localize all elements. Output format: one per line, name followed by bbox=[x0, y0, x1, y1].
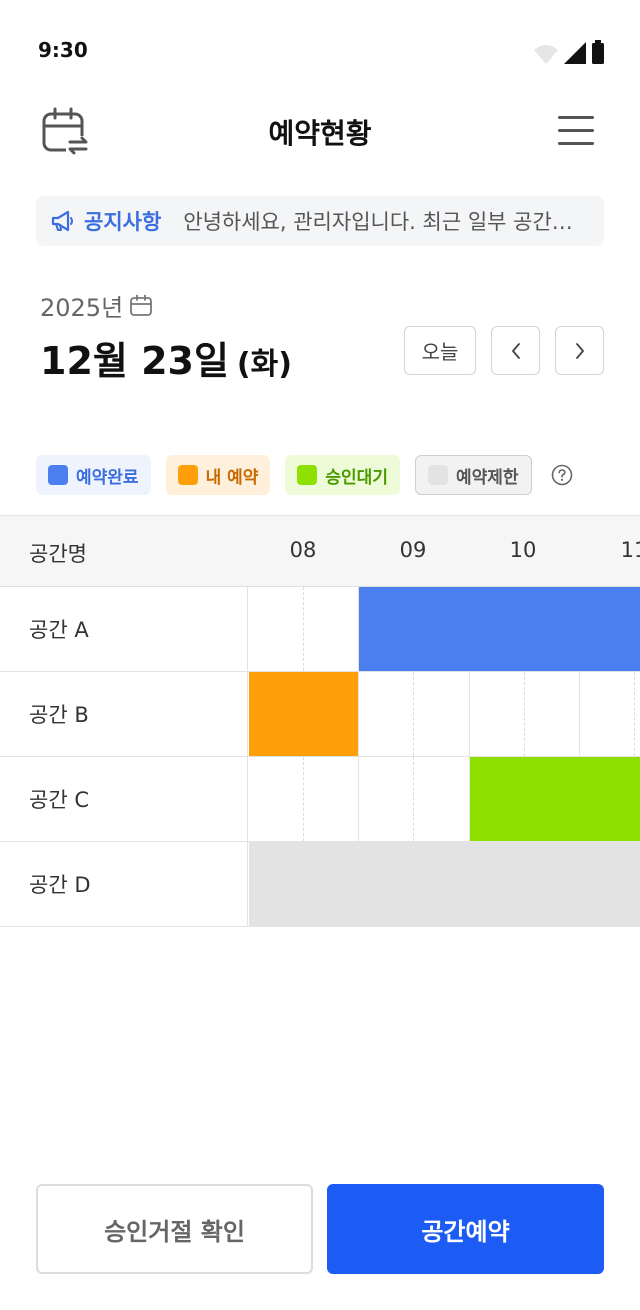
space-row-c: 공간 C bbox=[0, 757, 640, 842]
reservation-timeline: 공간명 08 09 10 11 공간 A 공간 B 공간 C 공간 D bbox=[0, 515, 640, 929]
date-label: 12월 23일 bbox=[40, 339, 229, 383]
notice-label: 공지사항 bbox=[84, 210, 162, 234]
hour-label: 10 bbox=[509, 538, 537, 562]
space-name-header: 공간명 bbox=[29, 542, 87, 566]
reservation-block-mine[interactable] bbox=[249, 672, 358, 756]
status-bar: 9:30 bbox=[0, 0, 640, 100]
chevron-left-icon bbox=[511, 342, 520, 359]
status-time: 9:30 bbox=[38, 38, 88, 62]
legend-swatch bbox=[427, 465, 448, 485]
menu-icon[interactable] bbox=[558, 112, 596, 152]
megaphone-icon bbox=[51, 210, 73, 232]
year-selector[interactable]: 2025년 bbox=[40, 288, 153, 323]
legend-restricted: 예약제한 bbox=[414, 455, 532, 495]
hour-label: 11 bbox=[620, 538, 640, 562]
app-header: 예약현황 bbox=[0, 100, 640, 164]
legend-my-reservation: 내 예약 bbox=[165, 455, 271, 495]
reserve-space-button[interactable]: 공간예약 bbox=[327, 1184, 604, 1274]
legend-label: 승인대기 bbox=[325, 467, 388, 488]
today-button[interactable]: 오늘 bbox=[404, 326, 476, 375]
space-name: 공간 A bbox=[0, 587, 248, 671]
current-date: 12월 23일 (화) bbox=[40, 330, 292, 385]
space-row-b: 공간 B bbox=[0, 672, 640, 757]
space-row-d: 공간 D bbox=[0, 842, 640, 927]
status-icons bbox=[534, 40, 604, 64]
space-row-a: 공간 A bbox=[0, 587, 640, 672]
hour-label: 08 bbox=[289, 538, 317, 562]
prev-day-button[interactable] bbox=[491, 326, 540, 375]
signal-icon bbox=[564, 42, 586, 64]
reservation-block-restricted bbox=[249, 842, 640, 926]
help-icon[interactable] bbox=[551, 464, 573, 486]
wifi-icon bbox=[534, 45, 558, 64]
reject-check-button[interactable]: 승인거절 확인 bbox=[36, 1184, 313, 1274]
hour-label: 09 bbox=[399, 538, 427, 562]
space-name: 공간 B bbox=[0, 672, 248, 756]
legend-pending: 승인대기 bbox=[285, 455, 400, 495]
page-title: 예약현황 bbox=[268, 117, 372, 150]
notice-banner[interactable]: 공지사항 안녕하세요, 관리자입니다. 최근 일부 공간의 예약 관련 안내드립… bbox=[36, 196, 604, 246]
legend-label: 예약완료 bbox=[76, 467, 139, 488]
next-day-button[interactable] bbox=[555, 326, 604, 375]
chevron-right-icon bbox=[575, 342, 584, 359]
space-name: 공간 D bbox=[0, 842, 248, 926]
weekday-label: (화) bbox=[236, 347, 292, 382]
timeline-header: 공간명 08 09 10 11 bbox=[0, 515, 640, 587]
reservation-block-pending[interactable] bbox=[470, 757, 640, 841]
calendar-icon bbox=[130, 294, 153, 316]
reservation-block-reserved[interactable] bbox=[359, 587, 640, 671]
space-name: 공간 C bbox=[0, 757, 248, 841]
legend-label: 내 예약 bbox=[205, 467, 259, 488]
legend-swatch bbox=[48, 465, 68, 485]
legend-swatch bbox=[177, 465, 198, 485]
legend-label: 예약제한 bbox=[455, 467, 519, 488]
notice-text: 안녕하세요, 관리자입니다. 최근 일부 공간의 예약 관련 안내드립니다. bbox=[183, 210, 604, 234]
status-legend: 예약완료 내 예약 승인대기 예약제한 bbox=[36, 455, 573, 495]
battery-icon bbox=[592, 40, 604, 64]
year-label: 2025년 bbox=[40, 294, 124, 322]
bottom-actions: 승인거절 확인 공간예약 bbox=[36, 1184, 604, 1274]
legend-reserved: 예약완료 bbox=[36, 455, 151, 495]
legend-swatch bbox=[297, 465, 318, 485]
